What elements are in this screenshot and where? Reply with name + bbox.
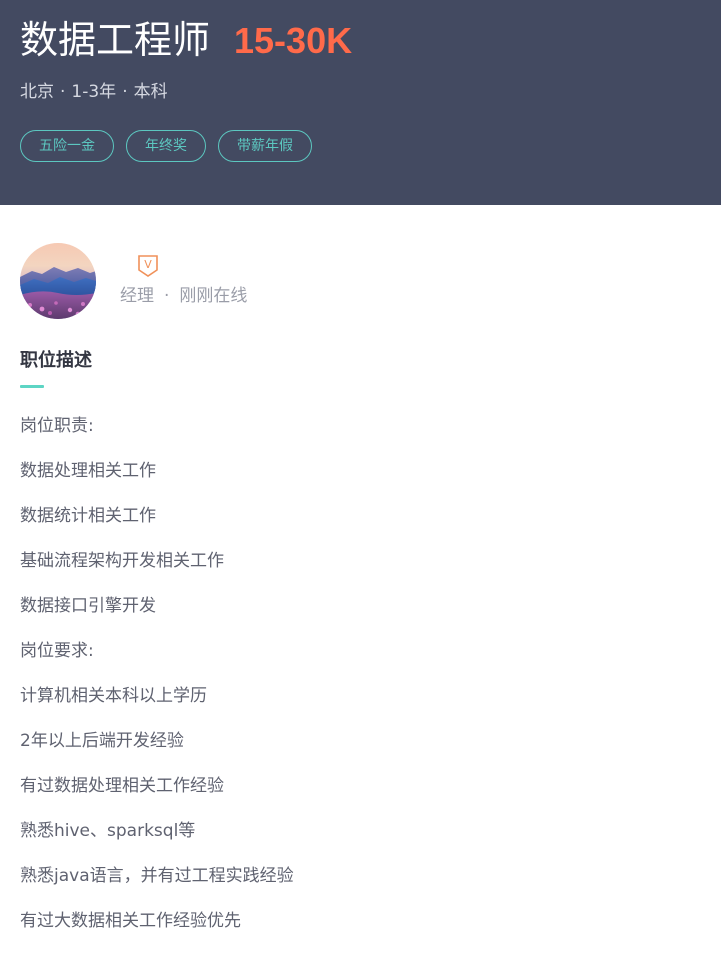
description-line: 基础流程架构开发相关工作: [20, 551, 224, 571]
description-line: 岗位要求:: [20, 641, 94, 661]
description-line: 数据处理相关工作: [20, 461, 156, 481]
description-line: 熟悉hive、sparksql等: [20, 821, 196, 841]
recruiter-role: 经理: [120, 286, 154, 306]
benefit-tags: 五险一金 年终奖 带薪年假: [20, 130, 701, 162]
recruiter-card[interactable]: 经理 · 刚刚在线: [0, 205, 721, 325]
description-line: 有过大数据相关工作经验优先: [20, 911, 241, 931]
job-title: 数据工程师: [20, 18, 211, 62]
description-line: 2年以上后端开发经验: [20, 731, 184, 751]
job-location: 北京: [20, 82, 54, 102]
description-line: 数据接口引擎开发: [20, 596, 156, 616]
section-title: 职位描述: [20, 350, 92, 371]
salary: 15-30K: [234, 20, 353, 61]
description-line: 数据统计相关工作: [20, 506, 156, 526]
description-line: 计算机相关本科以上学历: [20, 686, 207, 706]
meta-separator: ·: [60, 82, 66, 102]
recruiter-info: 经理 · 刚刚在线: [120, 286, 247, 306]
avatar-landscape-image: [20, 243, 96, 319]
job-experience: 1-3年: [71, 82, 117, 102]
benefit-tag: 五险一金: [20, 130, 114, 162]
avatar[interactable]: [20, 243, 96, 319]
recruiter-separator: ·: [164, 286, 170, 306]
title-row: 数据工程师 15-30K: [20, 18, 701, 66]
description-line: 岗位职责:: [20, 416, 94, 436]
recruiter-status: 刚刚在线: [179, 286, 248, 306]
benefit-tag: 带薪年假: [218, 130, 312, 162]
job-header: 数据工程师 15-30K 北京 · 1-3年 · 本科 五险一金 年终奖 带薪年…: [0, 0, 721, 205]
job-education: 本科: [133, 82, 168, 102]
verified-badge-icon: V: [137, 254, 159, 282]
meta-separator: ·: [122, 82, 128, 102]
job-meta: 北京 · 1-3年 · 本科: [20, 82, 701, 102]
verified-badge-letter: V: [144, 258, 152, 271]
description-line: 熟悉java语言，并有过工程实践经验: [20, 866, 294, 886]
job-description: 岗位职责: 数据处理相关工作 数据统计相关工作 基础流程架构开发相关工作 数据接…: [20, 415, 700, 955]
section-underline: [20, 385, 44, 388]
description-line: 有过数据处理相关工作经验: [20, 776, 224, 796]
benefit-tag: 年终奖: [126, 130, 206, 162]
